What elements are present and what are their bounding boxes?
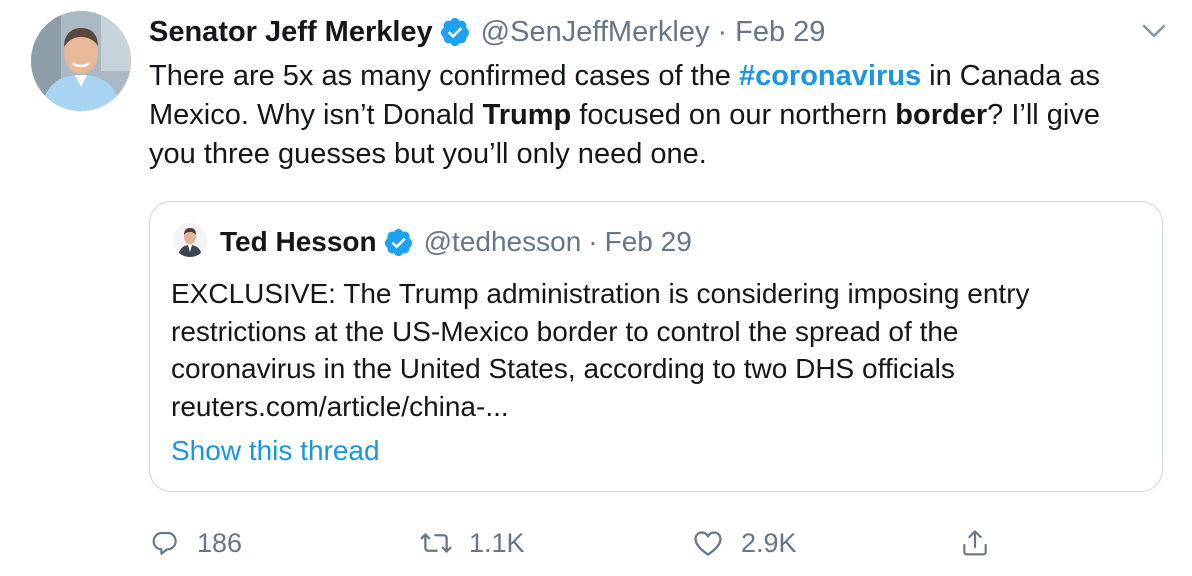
quoted-text-line: EXCLUSIVE: The Trump administration is c… xyxy=(171,278,1030,309)
reply-button[interactable]: 186 xyxy=(149,521,242,565)
chevron-down-icon[interactable] xyxy=(1137,14,1171,48)
bold-term: Trump xyxy=(482,99,572,131)
tweet-text: There are 5x as many confirmed cases of … xyxy=(149,57,1174,174)
quoted-tweet[interactable]: Ted Hesson @tedhesson · Feb 29 EXCLUSIVE… xyxy=(149,201,1163,492)
quoted-text-line: coronavirus in the United States, accord… xyxy=(171,353,955,384)
quoted-link-text: reuters.com/article/china-... xyxy=(171,390,509,422)
show-thread-link[interactable]: Show this thread xyxy=(171,435,380,467)
hashtag-link[interactable]: #coronavirus xyxy=(739,60,921,92)
quoted-author-avatar[interactable] xyxy=(173,223,207,257)
reply-count: 186 xyxy=(197,527,243,558)
bold-term: border xyxy=(895,99,988,131)
quoted-tweet-header: Ted Hesson @tedhesson · Feb 29 xyxy=(220,222,692,262)
like-button[interactable]: 2.9K xyxy=(691,521,797,565)
tweet[interactable]: Senator Jeff Merkley @SenJeffMerkley · F… xyxy=(0,0,1192,576)
verified-badge-icon xyxy=(439,16,471,48)
retweet-button[interactable]: 1.1K xyxy=(419,521,525,565)
tweet-date[interactable]: Feb 29 xyxy=(735,16,825,49)
reply-icon xyxy=(149,527,181,559)
quoted-tweet-text: EXCLUSIVE: The Trump administration is c… xyxy=(171,275,1146,425)
author-name[interactable]: Senator Jeff Merkley xyxy=(149,16,433,49)
retweet-icon xyxy=(419,526,453,560)
separator-dot: · xyxy=(588,226,598,257)
quoted-text-line: restrictions at the US-Mexico border to … xyxy=(171,315,959,347)
share-button[interactable] xyxy=(959,521,991,565)
author-handle[interactable]: @SenJeffMerkley xyxy=(481,16,710,49)
separator-dot: · xyxy=(717,15,728,48)
tweet-text-line: There are 5x as many confirmed cases of … xyxy=(149,60,1101,92)
like-count: 2.9K xyxy=(741,527,797,558)
verified-badge-icon xyxy=(383,227,414,258)
quoted-tweet-date[interactable]: Feb 29 xyxy=(605,226,692,258)
tweet-text-line: you three guesses but you’ll only need o… xyxy=(149,138,707,170)
author-avatar[interactable] xyxy=(31,11,131,111)
heart-icon xyxy=(691,526,725,560)
retweet-count: 1.1K xyxy=(469,527,525,558)
quoted-author-handle[interactable]: @tedhesson xyxy=(424,226,582,258)
tweet-header: Senator Jeff Merkley @SenJeffMerkley · F… xyxy=(149,12,825,52)
share-icon xyxy=(959,527,991,559)
quoted-author-name[interactable]: Ted Hesson xyxy=(220,226,377,258)
tweet-actions: 186 1.1K 2.9K xyxy=(149,521,1009,565)
tweet-text-line: Mexico. Why isn’t Donald Trump focused o… xyxy=(149,99,1100,131)
